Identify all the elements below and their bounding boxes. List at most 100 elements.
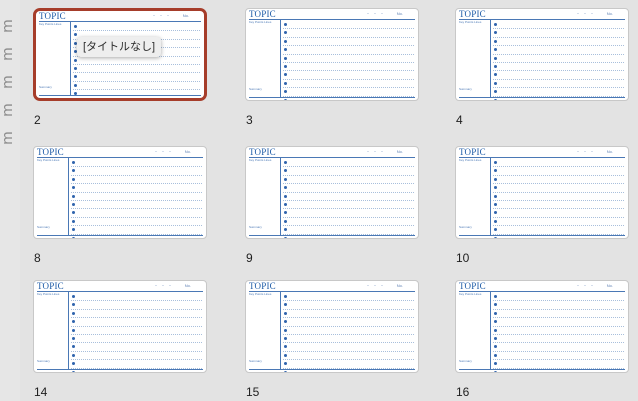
margin-column: Key Points Lines Summary: [459, 292, 491, 369]
ruled-line: [283, 46, 414, 55]
bullet-icon: [72, 345, 75, 349]
bullet-icon: [284, 90, 287, 94]
ruled-line: [283, 209, 414, 218]
page-baseline: [249, 369, 415, 370]
page-baseline: [37, 369, 203, 370]
bullet-icon: [284, 336, 287, 340]
bullet-icon: [494, 48, 497, 52]
ruled-line: [71, 201, 202, 210]
bullet-icon: [72, 186, 75, 190]
bullet-icon: [284, 194, 287, 198]
ruled-line: [71, 352, 202, 361]
ruled-line: [493, 193, 624, 201]
margin-column: Key Points Lines Summary: [37, 158, 69, 235]
bullet-icon: [284, 73, 287, 77]
ruled-line: [283, 193, 414, 201]
bullet-icon: [494, 362, 497, 366]
ruled-lines: [283, 293, 414, 372]
ruled-line: [71, 360, 202, 369]
ruled-line: [283, 218, 414, 227]
bullet-icon: [284, 177, 287, 181]
ruled-line: [71, 335, 202, 344]
bullet-icon: [284, 31, 287, 35]
date-marks: ・・・: [152, 13, 173, 18]
ruled-line: [73, 73, 200, 82]
ruled-line: [493, 88, 624, 97]
page-header: TOPIC ・・・ No.: [37, 281, 203, 292]
bullet-icon: [284, 303, 287, 307]
ruled-line: [71, 327, 202, 335]
page-thumbnail[interactable]: TOPIC ・・・ No. Key Points Lines Summary: [245, 146, 419, 239]
bullet-icon: [74, 75, 77, 79]
bullet-icon: [494, 194, 497, 198]
ruled-line: [283, 55, 414, 63]
page-number-label: 8: [34, 251, 41, 265]
ruled-line: [493, 293, 624, 302]
page-thumbnail[interactable]: TOPIC ・・・ No. Key Points Lines Summary: [33, 280, 207, 373]
bullet-icon: [72, 211, 75, 215]
ruled-line: [493, 226, 624, 235]
topic-heading: TOPIC: [249, 281, 276, 291]
margin-footer: Summary: [249, 358, 262, 363]
topic-heading: TOPIC: [459, 9, 486, 19]
ruled-line: [493, 209, 624, 218]
bullet-icon: [494, 64, 497, 68]
bullet-icon: [72, 169, 75, 173]
margin-footer: Summary: [249, 224, 262, 229]
bullet-icon: [494, 98, 497, 100]
bullet-icon: [284, 295, 287, 298]
bullet-icon: [494, 186, 497, 190]
ruled-line: [283, 318, 414, 327]
page-header: TOPIC ・・・ No.: [459, 281, 625, 292]
ruled-line: [493, 176, 624, 185]
tooltip: [タイトルなし]: [77, 37, 162, 57]
bullet-icon: [284, 169, 287, 173]
ruled-line: [71, 226, 202, 235]
topic-heading: TOPIC: [37, 281, 64, 291]
ruled-line: [493, 167, 624, 176]
ruled-line: [493, 318, 624, 327]
bullet-icon: [284, 23, 287, 26]
ruled-line: [71, 293, 202, 302]
page-thumbnail[interactable]: TOPIC ・・・ No. Key Points Lines Summary: [33, 146, 207, 239]
date-marks: ・・・: [154, 283, 175, 288]
ruled-line: [493, 201, 624, 210]
bullet-icon: [74, 66, 77, 70]
page-thumbnail[interactable]: TOPIC ・・・ No. Key Points Lines Summary: [455, 8, 629, 101]
bullet-icon: [494, 320, 497, 324]
ruled-line: [283, 63, 414, 72]
bullet-icon: [494, 31, 497, 35]
page-number-label: 16: [456, 385, 470, 399]
margin-footer: Summary: [459, 224, 472, 229]
ruled-line: [283, 327, 414, 335]
page-thumbnail[interactable]: TOPIC ・・・ No. Key Points Lines Summary: [455, 280, 629, 373]
page-header: TOPIC ・・・ No.: [459, 147, 625, 158]
bullet-icon: [284, 219, 287, 223]
margin-column: Key Points Lines Summary: [249, 292, 281, 369]
ruled-line: [283, 301, 414, 310]
page-thumbnail[interactable]: TOPIC ・・・ No. Key Points Lines Summary: [455, 146, 629, 239]
bullet-icon: [284, 345, 287, 349]
ruled-line: [283, 159, 414, 168]
page-header: TOPIC ・・・ No.: [249, 281, 415, 292]
bullet-icon: [494, 295, 497, 298]
page-thumbnail[interactable]: TOPIC ・・・ No. Key Points Lines Summary: [245, 8, 419, 101]
margin-column: Key Points Lines Summary: [39, 22, 71, 95]
bullet-icon: [494, 328, 497, 332]
page-number-label: 4: [456, 113, 463, 127]
page-thumbnail[interactable]: TOPIC ・・・ No. Key Points Lines Summary: [245, 280, 419, 373]
bullet-icon: [72, 311, 75, 315]
margin-column: Key Points Lines Summary: [249, 20, 281, 97]
ruled-line: [493, 38, 624, 47]
page-baseline: [459, 97, 625, 98]
ruled-line: [283, 293, 414, 302]
bullet-icon: [74, 25, 77, 28]
page-thumbnail-grid: TOPIC ・・・ No. Key Points Lines Summary 2 TOPIC…: [0, 0, 638, 401]
ruled-line: [493, 21, 624, 30]
bullet-icon: [284, 98, 287, 100]
ruled-line: [71, 318, 202, 327]
bullet-icon: [284, 320, 287, 324]
margin-note: Key Points Lines: [249, 292, 272, 296]
ruled-line: [283, 226, 414, 235]
bullet-icon: [284, 362, 287, 366]
